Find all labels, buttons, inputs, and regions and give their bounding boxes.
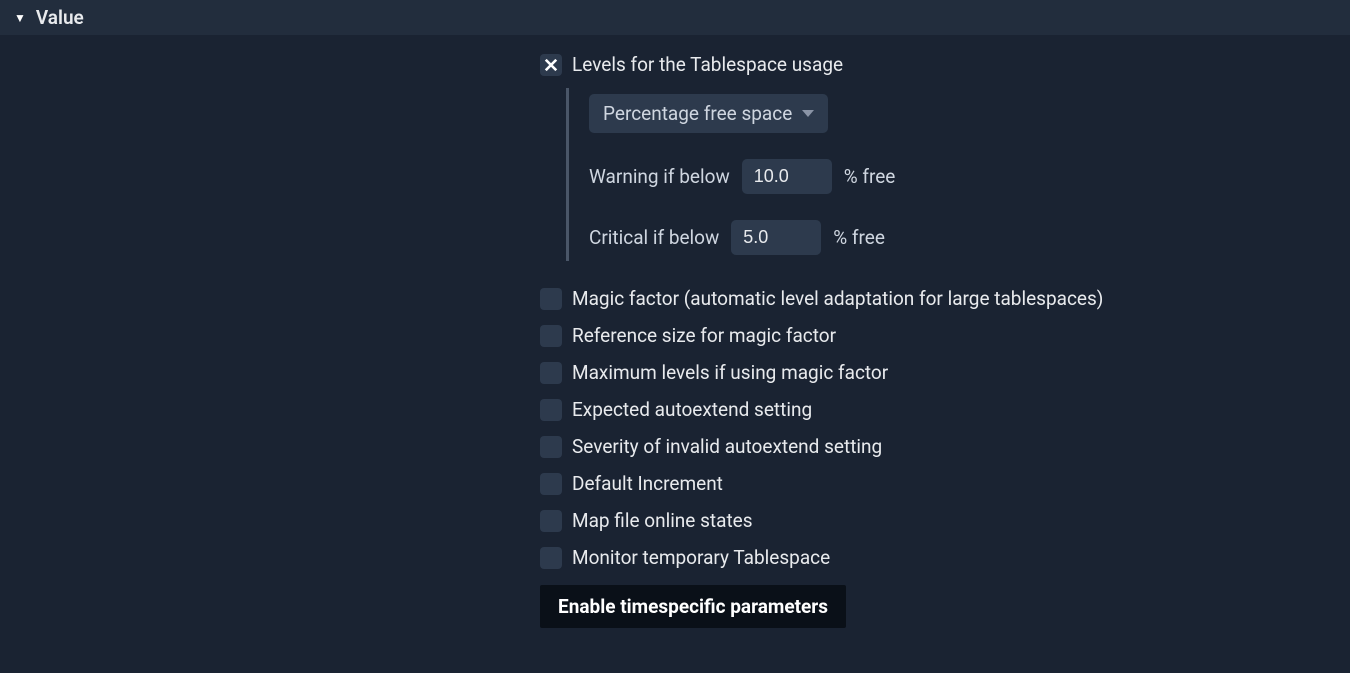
option-row: Expected autoextend setting — [540, 398, 1350, 421]
option-checkbox[interactable] — [540, 399, 562, 421]
option-row: Reference size for magic factor — [540, 324, 1350, 347]
chevron-down-icon — [802, 110, 814, 117]
option-row: Monitor temporary Tablespace — [540, 546, 1350, 569]
warning-unit: % free — [844, 165, 896, 188]
value-content: Levels for the Tablespace usage Percenta… — [0, 35, 1350, 628]
warning-row: Warning if below % free — [589, 159, 1350, 194]
option-label: Magic factor (automatic level adaptation… — [572, 287, 1103, 310]
option-row: Default Increment — [540, 472, 1350, 495]
close-x-icon — [544, 58, 558, 72]
option-row: Maximum levels if using magic factor — [540, 361, 1350, 384]
levels-checkbox[interactable] — [540, 54, 562, 76]
enable-timespecific-button[interactable]: Enable timespecific parameters — [540, 585, 846, 628]
levels-row: Levels for the Tablespace usage — [540, 53, 1350, 76]
option-checkbox[interactable] — [540, 362, 562, 384]
levels-config-block: Percentage free space Warning if below %… — [566, 88, 1350, 261]
option-checkbox[interactable] — [540, 436, 562, 458]
option-row: Magic factor (automatic level adaptation… — [540, 287, 1350, 310]
option-label: Expected autoextend setting — [572, 398, 812, 421]
option-checkbox[interactable] — [540, 510, 562, 532]
levels-mode-dropdown[interactable]: Percentage free space — [589, 94, 828, 133]
critical-row: Critical if below % free — [589, 220, 1350, 255]
critical-input[interactable] — [731, 220, 821, 255]
dropdown-selected: Percentage free space — [603, 102, 792, 125]
warning-label: Warning if below — [589, 165, 730, 188]
option-label: Map file online states — [572, 509, 753, 532]
option-checkbox[interactable] — [540, 473, 562, 495]
option-row: Severity of invalid autoextend setting — [540, 435, 1350, 458]
section-header[interactable]: ▼ Value — [0, 0, 1350, 35]
critical-label: Critical if below — [589, 226, 719, 249]
option-label: Severity of invalid autoextend setting — [572, 435, 882, 458]
option-label: Default Increment — [572, 472, 723, 495]
option-label: Maximum levels if using magic factor — [572, 361, 888, 384]
option-label: Reference size for magic factor — [572, 324, 836, 347]
levels-label: Levels for the Tablespace usage — [572, 53, 843, 76]
warning-input[interactable] — [742, 159, 832, 194]
critical-unit: % free — [833, 226, 885, 249]
disclosure-triangle-icon[interactable]: ▼ — [14, 11, 26, 25]
option-checkbox[interactable] — [540, 288, 562, 310]
options-list: Magic factor (automatic level adaptation… — [540, 287, 1350, 569]
option-checkbox[interactable] — [540, 325, 562, 347]
option-label: Monitor temporary Tablespace — [572, 546, 830, 569]
section-title: Value — [36, 6, 84, 29]
option-checkbox[interactable] — [540, 547, 562, 569]
option-row: Map file online states — [540, 509, 1350, 532]
